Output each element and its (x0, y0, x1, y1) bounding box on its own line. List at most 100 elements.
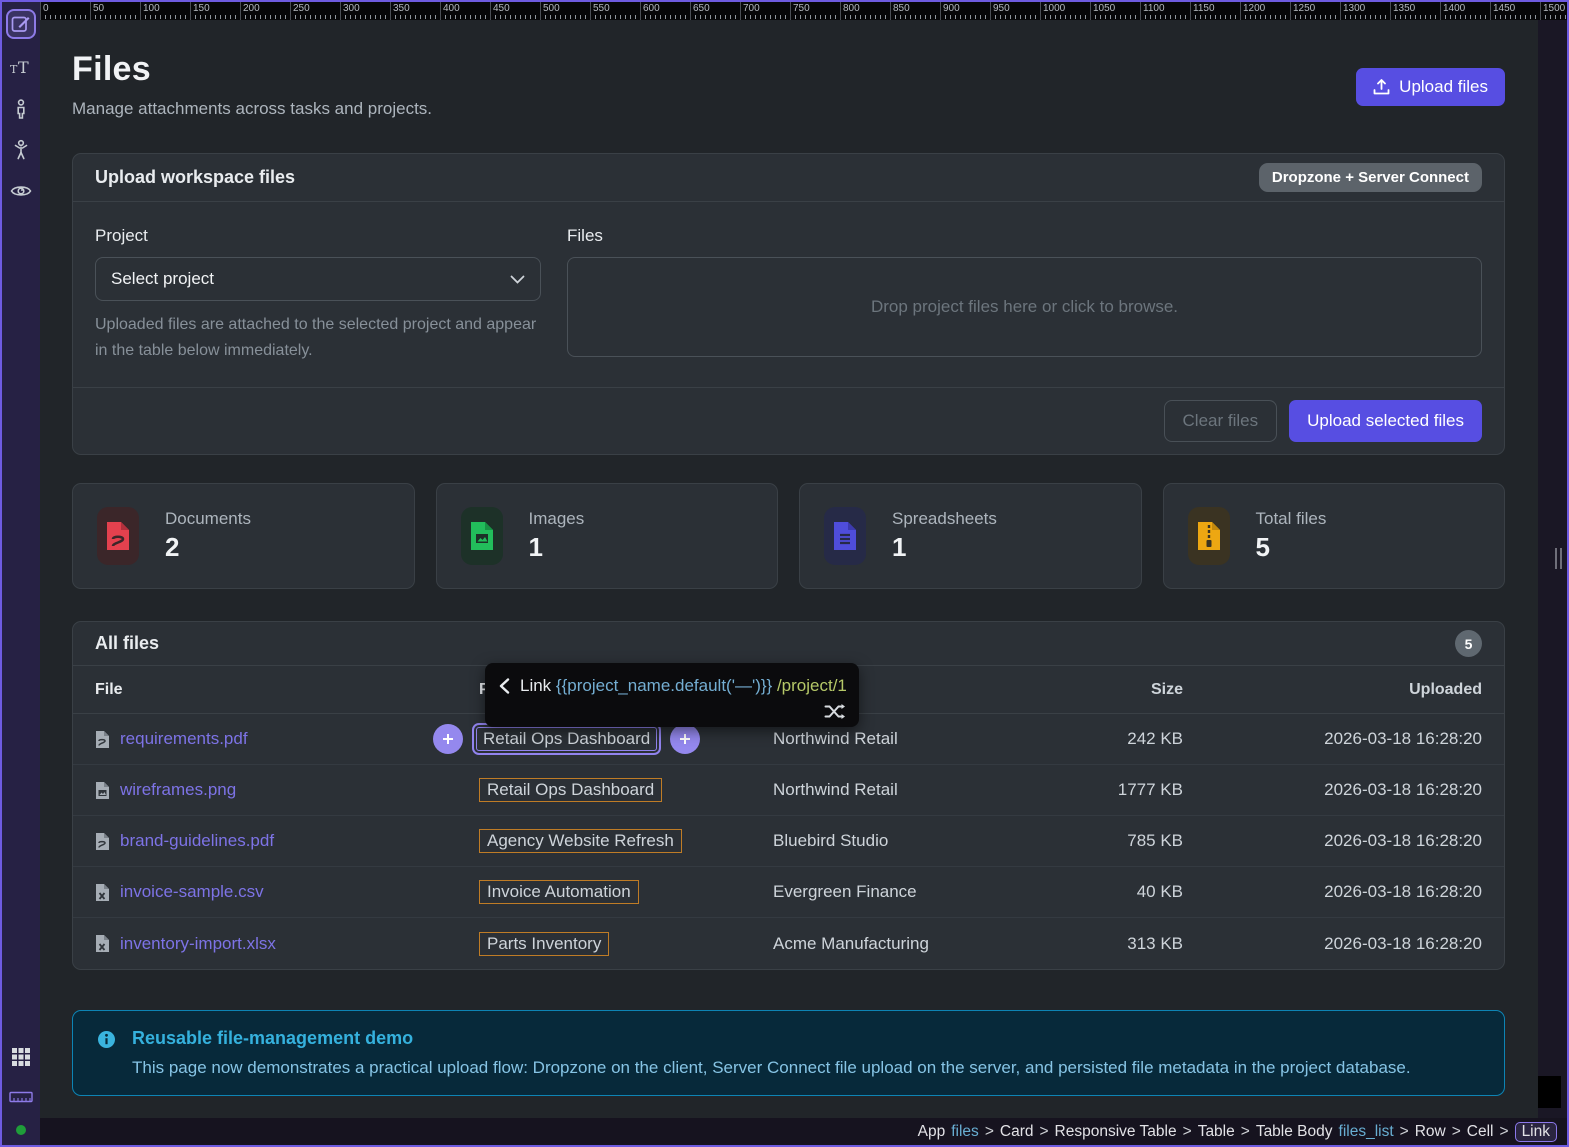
typography-icon: T T (10, 57, 32, 79)
table-row: inventory-import.xlsx Parts Inventory Ac… (73, 918, 1504, 969)
apps-grid-button[interactable] (9, 1045, 33, 1069)
table-row: brand-guidelines.pdf Agency Website Refr… (73, 816, 1504, 867)
left-toolbar: T T (2, 2, 40, 1145)
upload-card-body: Project Select project Uploaded files ar… (73, 202, 1504, 387)
project-link[interactable]: Invoice Automation (479, 880, 639, 904)
zip-file-icon (1188, 507, 1230, 565)
uploaded-cell: 2026-03-18 16:28:20 (1183, 882, 1504, 902)
project-select[interactable]: Select project (95, 257, 541, 301)
eye-icon (10, 183, 32, 199)
edit-mode-button[interactable] (6, 9, 36, 39)
breadcrumb-link-selected[interactable]: Link (1515, 1122, 1557, 1142)
breadcrumb-card[interactable]: Card (1000, 1123, 1034, 1141)
client-cell: Northwind Retail (773, 729, 1063, 749)
client-cell: Evergreen Finance (773, 882, 1063, 902)
stats-row: Documents 2 Images 1 (72, 483, 1505, 589)
upload-card-header: Upload workspace files Dropzone + Server… (73, 154, 1504, 202)
stat-card-images: Images 1 (436, 483, 779, 589)
accessibility-icon (10, 139, 32, 161)
stat-value: 1 (529, 532, 585, 563)
panel-resize-gutter (1538, 20, 1567, 1120)
breadcrumb-files[interactable]: files (951, 1123, 979, 1141)
upload-files-button[interactable]: Upload files (1356, 68, 1505, 106)
all-files-title: All files (95, 633, 159, 654)
eye-button[interactable] (9, 179, 33, 203)
pdf-file-row-icon (95, 832, 110, 851)
uploaded-cell: 2026-03-18 16:28:20 (1183, 729, 1504, 749)
pdf-file-icon (97, 507, 139, 565)
element-breadcrumb-bar: App files > Card > Responsive Table > Ta… (40, 1118, 1569, 1145)
insert-before-button[interactable] (433, 724, 463, 754)
stat-value: 5 (1256, 532, 1327, 563)
alert-title: Reusable file-management demo (132, 1028, 1411, 1049)
insert-after-button[interactable] (670, 724, 700, 754)
upload-icon (1373, 79, 1390, 95)
svg-text:T: T (18, 58, 29, 77)
uploaded-cell: 2026-03-18 16:28:20 (1183, 831, 1504, 851)
pdf-file-row-icon (95, 730, 110, 749)
size-cell: 40 KB (1063, 882, 1183, 902)
stat-card-total: Total files 5 (1163, 483, 1506, 589)
stat-label: Total files (1256, 509, 1327, 529)
horizontal-ruler: 0501001502002503003504004505005506006507… (40, 2, 1569, 20)
status-indicator-dot (16, 1125, 26, 1135)
client-cell: Bluebird Studio (773, 831, 1063, 851)
ruler-icon (9, 1091, 33, 1103)
stat-label: Documents (165, 509, 251, 529)
tech-badge: Dropzone + Server Connect (1259, 163, 1482, 192)
stat-value: 2 (165, 532, 251, 563)
shuffle-icon[interactable] (824, 703, 846, 720)
table-row: wireframes.png Retail Ops Dashboard Nort… (73, 765, 1504, 816)
element-tooltip: Link {{project_name.default('—')}} /proj… (485, 663, 859, 727)
breadcrumb-table[interactable]: Table (1198, 1123, 1235, 1141)
page-title: Files (72, 50, 432, 89)
client-cell: Acme Manufacturing (773, 934, 1063, 954)
person-info-button[interactable] (9, 97, 33, 121)
file-dropzone[interactable]: Drop project files here or click to brow… (567, 257, 1482, 357)
file-link[interactable]: wireframes.png (120, 780, 236, 800)
clear-files-button[interactable]: Clear files (1164, 400, 1278, 442)
plus-icon (442, 733, 454, 745)
file-link[interactable]: brand-guidelines.pdf (120, 831, 274, 851)
breadcrumb-cell[interactable]: Cell (1467, 1123, 1494, 1141)
breadcrumb-row[interactable]: Row (1415, 1123, 1446, 1141)
size-cell: 785 KB (1063, 831, 1183, 851)
uploaded-cell: 2026-03-18 16:28:20 (1183, 780, 1504, 800)
files-label: Files (567, 226, 1482, 246)
col-header-file: File (73, 681, 453, 699)
tooltip-link-path: /project/1 (777, 676, 847, 695)
project-help-text: Uploaded files are attached to the selec… (95, 312, 541, 363)
toolbar-bottom-group (9, 1045, 33, 1135)
resize-handle[interactable] (1555, 548, 1562, 569)
upload-selected-button[interactable]: Upload selected files (1289, 400, 1482, 442)
accessibility-button[interactable] (9, 138, 33, 162)
info-alert: Reusable file-management demo This page … (72, 1010, 1505, 1096)
upload-workspace-card: Upload workspace files Dropzone + Server… (72, 153, 1505, 455)
table-row: invoice-sample.csv Invoice Automation Ev… (73, 867, 1504, 918)
typography-button[interactable]: T T (9, 56, 33, 80)
col-header-uploaded: Uploaded (1183, 681, 1504, 699)
file-link[interactable]: invoice-sample.csv (120, 882, 264, 902)
app-window: T T (0, 0, 1569, 1147)
project-label: Project (95, 226, 541, 246)
person-info-icon (11, 98, 31, 120)
breadcrumb-table-body[interactable]: Table Body (1256, 1123, 1333, 1141)
project-link[interactable]: Retail Ops Dashboard (479, 778, 662, 802)
alert-text: This page now demonstrates a practical u… (132, 1058, 1411, 1078)
image-file-row-icon (95, 781, 110, 800)
file-link[interactable]: inventory-import.xlsx (120, 934, 276, 954)
spreadsheet-file-row-icon (95, 883, 110, 902)
project-link[interactable]: Retail Ops Dashboard (476, 727, 657, 751)
page-subtitle: Manage attachments across tasks and proj… (72, 99, 432, 119)
project-link[interactable]: Agency Website Refresh (479, 829, 682, 853)
project-link[interactable]: Parts Inventory (479, 932, 609, 956)
breadcrumb-files-list[interactable]: files_list (1339, 1123, 1394, 1141)
ruler-toggle-button[interactable] (9, 1085, 33, 1109)
breadcrumb-app[interactable]: App (918, 1123, 946, 1141)
file-count-badge: 5 (1455, 630, 1482, 657)
tooltip-element-label: Link (520, 676, 551, 695)
file-link[interactable]: requirements.pdf (120, 729, 248, 749)
tooltip-binding-expression: {{project_name.default('—')}} (556, 676, 772, 695)
chevron-left-icon[interactable] (499, 678, 510, 694)
breadcrumb-responsive-table[interactable]: Responsive Table (1055, 1123, 1177, 1141)
